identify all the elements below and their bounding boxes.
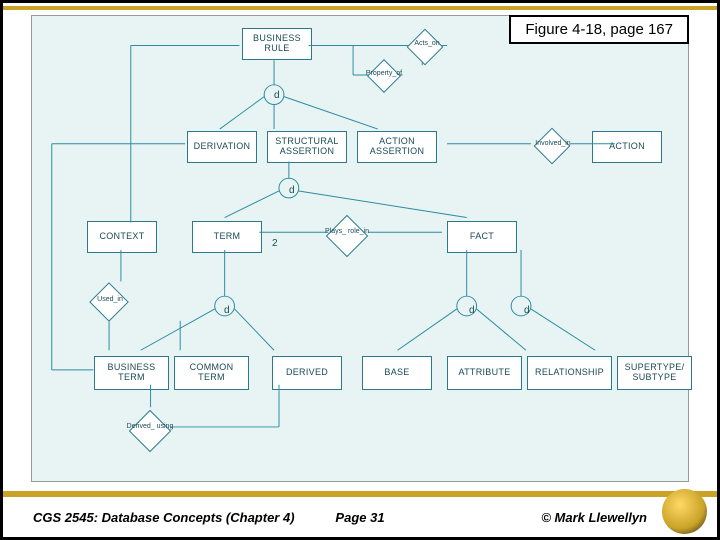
label-derived-using: Derived_ using <box>125 423 175 430</box>
label-two: 2 <box>272 238 278 249</box>
footer-course: CGS 2545: Database Concepts (Chapter 4) <box>33 510 295 525</box>
slide-footer: CGS 2545: Database Concepts (Chapter 4) … <box>3 497 717 537</box>
disjoint-5: d <box>524 305 530 316</box>
er-diagram: BUSINESS RULE Acts_on Property_of d DERI… <box>31 15 689 482</box>
figure-label: Figure 4-18, page 167 <box>509 15 689 44</box>
disjoint-3: d <box>224 305 230 316</box>
ucf-logo-icon <box>662 489 707 534</box>
decorative-band-top <box>3 6 717 10</box>
connector-lines <box>32 16 688 481</box>
label-property-of: Property_of <box>359 70 409 77</box>
label-plays-role: Plays_ role_in <box>322 228 372 235</box>
label-involved-in: Involved_in <box>528 140 578 147</box>
footer-copyright: © Mark Llewellyn <box>541 510 647 525</box>
disjoint-2: d <box>289 185 295 196</box>
disjoint-4: d <box>469 305 475 316</box>
disjoint-1: d <box>274 90 280 101</box>
label-acts-on: Acts_on <box>402 40 452 47</box>
label-used-in: Used_in <box>85 296 135 303</box>
slide-frame: Figure 4-18, page 167 <box>0 0 720 540</box>
